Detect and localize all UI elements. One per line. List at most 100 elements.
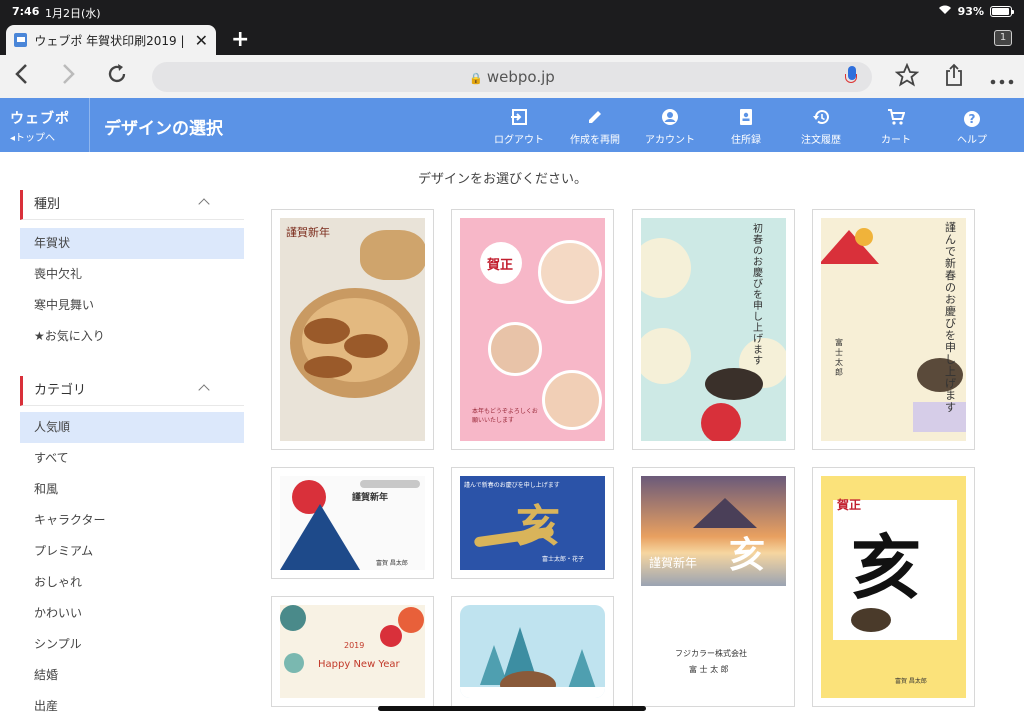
status-bar: 7:46 1月2日(水) 93% (0, 0, 1024, 22)
design-card[interactable] (451, 596, 614, 707)
back-to-top-link[interactable]: ◂トップへ (10, 129, 55, 144)
card-greeting: 謹賀新年 (352, 493, 389, 503)
sidebar-item-cute[interactable]: かわいい (20, 598, 244, 629)
card-kanji: 亥 (516, 501, 560, 552)
design-thumbnail (460, 605, 605, 698)
more-icon[interactable] (990, 67, 1014, 92)
history-icon (786, 108, 856, 128)
nav-resume-button[interactable]: 作成を再開 (560, 108, 630, 146)
home-indicator (378, 706, 646, 711)
design-card[interactable]: 2019 Happy New Year (271, 596, 434, 707)
sidebar-item-nengajo[interactable]: 年賀状 (20, 228, 244, 259)
sidebar-item-character[interactable]: キャラクター (20, 505, 244, 536)
design-card[interactable]: 謹んで新春のお慶びを申し上げます 亥 富士太郎・花子 (451, 467, 614, 579)
status-date: 1月2日(水) (45, 7, 101, 20)
design-card[interactable]: 謹んで新春のお慶びを申し上げます 富士太郎 (812, 209, 975, 450)
design-thumbnail: 謹賀新年 (280, 218, 425, 441)
nav-order-history-label: 注文履歴 (801, 135, 841, 146)
card-kanji: 亥 (729, 535, 766, 576)
design-card[interactable]: 賀正 亥 富賀 昌太郎 (812, 467, 975, 707)
sidebar-item-japanese[interactable]: 和風 (20, 474, 244, 505)
card-message: 本年もどうぞよろしくお願いいたします (472, 408, 538, 424)
sidebar-item-popular[interactable]: 人気順 (20, 412, 244, 443)
nav-logout-button[interactable]: ログアウト (484, 108, 554, 146)
nav-resume-label: 作成を再開 (570, 135, 620, 146)
card-greeting: 賀正 (487, 258, 514, 273)
design-thumbnail: 謹賀新年 富賀 昌太郎 (280, 476, 425, 570)
site-logo[interactable]: ウェブポ (10, 108, 70, 128)
nav-order-history-button[interactable]: 注文履歴 (786, 108, 856, 146)
card-sender: 富士太郎 (835, 338, 843, 377)
logout-icon (484, 108, 554, 128)
back-to-top-label: トップへ (15, 133, 56, 144)
design-card[interactable]: 賀正 本年もどうぞよろしくお願いいたします (451, 209, 614, 450)
card-sender: 富 士 太 郎 (689, 665, 729, 674)
card-kanji: 亥 (851, 527, 921, 609)
card-greeting: Happy New Year (318, 659, 400, 670)
design-thumbnail: 謹賀新年 亥 フジカラー株式会社 富 士 太 郎 (641, 476, 786, 698)
type-heading-label: 種別 (34, 197, 61, 212)
type-section-heading[interactable]: 種別 (20, 190, 244, 220)
lock-icon: 🔒 (469, 72, 483, 85)
design-card[interactable]: 謹賀新年 (271, 209, 434, 450)
forward-icon[interactable] (60, 63, 76, 91)
nav-account-button[interactable]: アカウント (635, 108, 705, 146)
sidebar-item-favorites[interactable]: ★お気に入り (20, 321, 244, 352)
help-icon: ? (937, 108, 1007, 128)
sidebar-item-birth[interactable]: 出産 (20, 691, 244, 722)
microphone-icon[interactable] (845, 66, 857, 83)
sidebar-item-kanchu[interactable]: 寒中見舞い (20, 290, 244, 321)
bookmark-star-icon[interactable] (894, 62, 920, 93)
new-tab-icon[interactable]: + (231, 27, 249, 52)
url-bar[interactable]: 🔒 webpo.jp (152, 62, 872, 92)
sidebar-item-premium[interactable]: プレミアム (20, 536, 244, 567)
design-card[interactable]: 初春のお慶びを申し上げます (632, 209, 795, 450)
nav-address-book-button[interactable]: 住所録 (711, 108, 781, 146)
app-header: ウェブポ ◂トップへ デザインの選択 ログアウト 作成を再開 アカウント 住所録… (0, 98, 1024, 152)
browser-toolbar: 🔒 webpo.jp (0, 55, 1024, 98)
tab-count-button[interactable]: 1 (994, 30, 1012, 46)
chevron-up-icon[interactable] (198, 384, 210, 396)
card-greeting: 謹んで新春のお慶びを申し上げます (464, 482, 560, 489)
wifi-icon (938, 4, 952, 18)
card-sender: 富賀 昌太郎 (895, 678, 927, 685)
page-title: デザインの選択 (104, 119, 223, 139)
share-icon[interactable] (944, 63, 964, 93)
design-card[interactable]: 謹賀新年 亥 フジカラー株式会社 富 士 太 郎 (632, 467, 795, 707)
category-section-heading[interactable]: カテゴリ (20, 376, 244, 406)
sidebar-item-stylish[interactable]: おしゃれ (20, 567, 244, 598)
back-icon[interactable] (14, 63, 30, 91)
sidebar-item-wedding[interactable]: 結婚 (20, 660, 244, 691)
card-greeting: 謹んで新春のお慶びを申し上げます (945, 221, 956, 414)
category-heading-label: カテゴリ (34, 383, 87, 398)
battery-percent: 93% (957, 4, 984, 18)
sidebar-item-simple[interactable]: シンプル (20, 629, 244, 660)
card-sender: 富賀 昌太郎 (376, 560, 408, 567)
pencil-icon (560, 108, 630, 128)
design-thumbnail: 謹んで新春のお慶びを申し上げます 富士太郎 (821, 218, 966, 441)
design-thumbnail: 初春のお慶びを申し上げます (641, 218, 786, 441)
sidebar-item-all[interactable]: すべて (20, 443, 244, 474)
close-tab-icon[interactable]: ✕ (195, 31, 208, 50)
browser-tab[interactable]: ウェブポ 年賀状印刷2019 | ✕ (6, 25, 216, 55)
nav-logout-label: ログアウト (494, 135, 544, 146)
card-greeting: 謹賀新年 (649, 556, 698, 570)
account-icon (635, 108, 705, 128)
reload-icon[interactable] (106, 63, 128, 91)
chevron-up-icon[interactable] (198, 198, 210, 210)
header-divider (89, 98, 90, 152)
nav-help-label: ヘルプ (957, 135, 987, 146)
url-text: webpo.jp (486, 68, 555, 86)
battery-fill (992, 7, 1009, 15)
nav-cart-label: カート (881, 135, 911, 146)
card-greeting: 謹賀新年 (286, 226, 330, 239)
nav-cart-button[interactable]: カート (861, 108, 931, 146)
sidebar-item-mochu[interactable]: 喪中欠礼 (20, 259, 244, 290)
instruction-text: デザインをお選びください。 (418, 172, 588, 187)
design-card[interactable]: 謹賀新年 富賀 昌太郎 (271, 467, 434, 579)
nav-help-button[interactable]: ? ヘルプ (937, 108, 1007, 146)
card-greeting: 初春のお慶びを申し上げます (753, 224, 763, 367)
design-thumbnail: 賀正 本年もどうぞよろしくお願いいたします (460, 218, 605, 441)
site-favicon-icon (14, 33, 28, 47)
card-greeting: 賀正 (837, 498, 862, 512)
